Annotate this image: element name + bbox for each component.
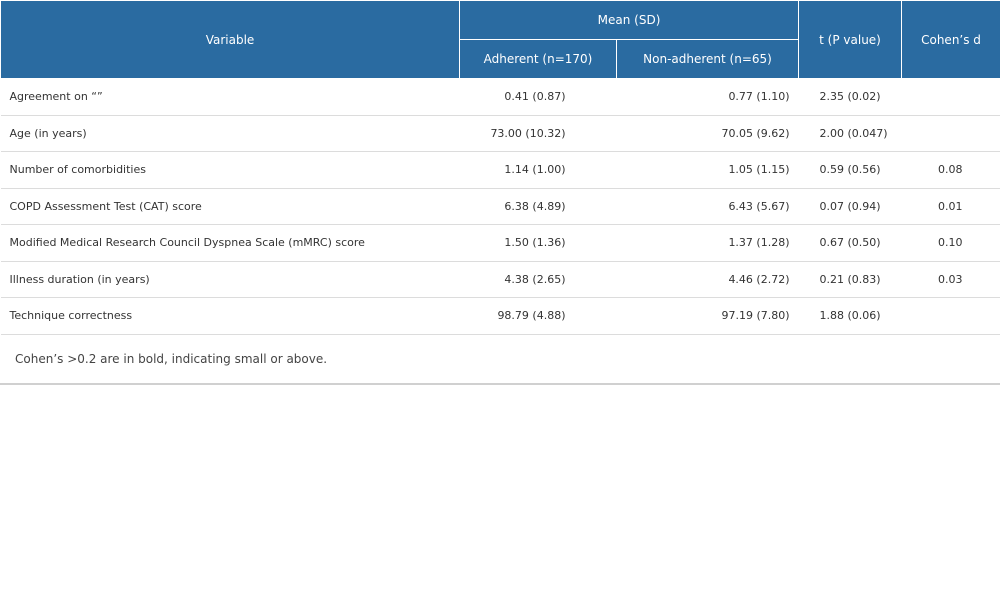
header-adherent: Adherent (n=170) [459,39,617,79]
cell-non-adherent: 6.43 (5.67) [616,188,799,225]
cell-t-p-value: 2.00 (0.047) [798,115,902,152]
cell-non-adherent: 1.37 (1.28) [616,224,799,262]
cell-adherent: 1.14 (1.00) [459,151,617,189]
cell-cohens-d [901,78,1000,116]
header-variable: Variable [0,0,460,79]
cell-variable: Age (in years) [0,115,460,152]
cell-non-adherent: 97.19 (7.80) [616,297,799,335]
cell-cohens-d [901,297,1000,335]
table-row: Illness duration (in years) 4.38 (2.65) … [0,261,1000,298]
header-cohens-d: Cohen’s d [901,0,1000,79]
cell-t-p-value: 0.59 (0.56) [798,151,902,189]
cell-cohens-d: 0.08 [901,151,1000,189]
table-row: Agreement on “” 0.41 (0.87) 0.77 (1.10) … [0,78,1000,116]
table-footnote: Cohen’s >0.2 are in bold, indicating sma… [0,335,1000,385]
header-non-adherent: Non-adherent (n=65) [615,39,800,79]
cell-variable: Illness duration (in years) [0,261,460,298]
cell-variable: COPD Assessment Test (CAT) score [0,188,460,225]
header-t-p-value: t (P value) [798,0,903,79]
cell-adherent: 0.41 (0.87) [459,78,617,116]
cell-variable: Technique correctness [0,297,460,335]
header-mean-sd: Mean (SD) [458,0,800,40]
results-table: Variable Mean (SD) t (P value) Cohen’s d… [0,0,1000,335]
cell-non-adherent: 70.05 (9.62) [616,115,799,152]
cell-t-p-value: 0.07 (0.94) [798,188,902,225]
cell-t-p-value: 2.35 (0.02) [798,78,902,116]
cell-adherent: 6.38 (4.89) [459,188,617,225]
table-row: Technique correctness 98.79 (4.88) 97.19… [0,297,1000,335]
cell-variable: Number of comorbidities [0,151,460,189]
cell-cohens-d: 0.10 [901,224,1000,262]
cell-cohens-d [901,115,1000,152]
cell-non-adherent: 1.05 (1.15) [616,151,799,189]
cell-non-adherent: 0.77 (1.10) [616,78,799,116]
cell-adherent: 98.79 (4.88) [459,297,617,335]
table-row: Modified Medical Research Council Dyspne… [0,224,1000,262]
cell-t-p-value: 1.88 (0.06) [798,297,902,335]
cell-variable: Agreement on “” [0,78,460,116]
table-header: Variable Mean (SD) t (P value) Cohen’s d… [0,0,1000,79]
cell-adherent: 1.50 (1.36) [459,224,617,262]
table-row: Age (in years) 73.00 (10.32) 70.05 (9.62… [0,115,1000,152]
results-table-container: Variable Mean (SD) t (P value) Cohen’s d… [0,0,1000,385]
cell-cohens-d: 0.03 [901,261,1000,298]
cell-t-p-value: 0.21 (0.83) [798,261,902,298]
cell-cohens-d: 0.01 [901,188,1000,225]
table-row: Number of comorbidities 1.14 (1.00) 1.05… [0,151,1000,189]
table-body: Agreement on “” 0.41 (0.87) 0.77 (1.10) … [0,78,1000,335]
cell-adherent: 4.38 (2.65) [459,261,617,298]
cell-t-p-value: 0.67 (0.50) [798,224,902,262]
cell-non-adherent: 4.46 (2.72) [616,261,799,298]
cell-variable: Modified Medical Research Council Dyspne… [0,224,460,262]
table-row: COPD Assessment Test (CAT) score 6.38 (4… [0,188,1000,225]
cell-adherent: 73.00 (10.32) [459,115,617,152]
